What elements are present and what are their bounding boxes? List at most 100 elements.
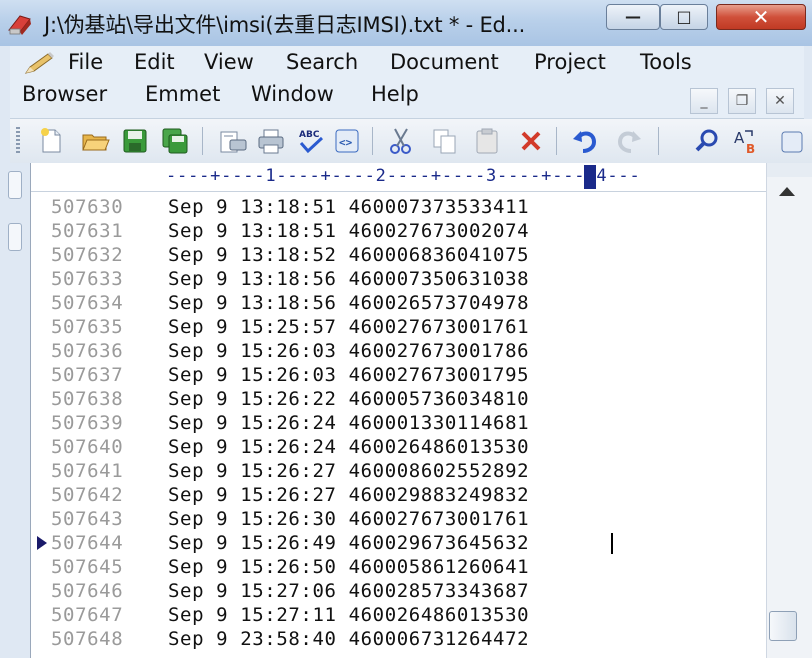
line-number: 507638: [51, 388, 124, 410]
text-line[interactable]: 507637 Sep 9 15:26:03 460027673001795: [31, 363, 767, 387]
close-icon: ✕: [752, 5, 770, 29]
menu-tools[interactable]: Tools: [640, 50, 692, 74]
doc-minimize-button[interactable]: _: [690, 88, 718, 114]
toolbar-grip[interactable]: [16, 127, 20, 155]
html-validate-icon[interactable]: <>: [332, 126, 362, 156]
menu-window[interactable]: Window: [251, 82, 334, 106]
left-margin-strip: [0, 163, 30, 658]
doc-close-button[interactable]: ✕: [766, 88, 794, 114]
editor-pane[interactable]: ----+----1----+----2----+----3----+----4…: [30, 163, 767, 658]
redo-icon[interactable]: [614, 126, 644, 156]
line-text[interactable]: Sep 9 15:26:49 460029673645632: [168, 531, 529, 555]
pencil-icon: [24, 52, 54, 74]
line-text[interactable]: Sep 9 23:58:40 460006731264472: [168, 627, 529, 651]
line-number: 507636: [51, 340, 124, 362]
text-line[interactable]: 507636 Sep 9 15:26:03 460027673001786: [31, 339, 767, 363]
text-line[interactable]: 507647 Sep 9 15:27:11 460026486013530: [31, 603, 767, 627]
text-line[interactable]: 507638 Sep 9 15:26:22 460005736034810: [31, 387, 767, 411]
line-number: 507640: [51, 436, 124, 458]
title-bar: J:\伪基站\导出文件\imsi(去重日志IMSI).txt * - Ed...…: [0, 0, 812, 46]
line-text[interactable]: Sep 9 15:26:22 460005736034810: [168, 387, 529, 411]
menu-document[interactable]: Document: [390, 50, 499, 74]
line-number: 507642: [51, 484, 124, 506]
line-text[interactable]: Sep 9 15:26:27 460029883249832: [168, 483, 529, 507]
menu-bar: File Edit View Search Document Project T…: [10, 46, 804, 119]
save-icon[interactable]: [120, 126, 150, 156]
print-preview-icon[interactable]: [218, 126, 248, 156]
undo-icon[interactable]: [570, 126, 600, 156]
text-line[interactable]: 507635 Sep 9 15:25:57 460027673001761: [31, 315, 767, 339]
line-text[interactable]: Sep 9 13:18:52 460006836041075: [168, 243, 529, 267]
print-icon[interactable]: [256, 126, 286, 156]
line-text[interactable]: Sep 9 15:25:57 460027673001761: [168, 315, 529, 339]
text-line[interactable]: 507643 Sep 9 15:26:30 460027673001761: [31, 507, 767, 531]
line-number: 507646: [51, 580, 124, 602]
line-number: 507645: [51, 556, 124, 578]
line-text[interactable]: Sep 9 13:18:56 460026573704978: [168, 291, 529, 315]
text-line[interactable]: 507642 Sep 9 15:26:27 460029883249832: [31, 483, 767, 507]
text-line[interactable]: 507633 Sep 9 13:18:56 460007350631038: [31, 267, 767, 291]
scrollbar-top-edge: [767, 163, 812, 177]
maximize-button[interactable]: □: [660, 4, 708, 30]
current-line-marker-icon: [37, 536, 47, 550]
menu-help[interactable]: Help: [371, 82, 419, 106]
line-text[interactable]: Sep 9 15:26:24 460026486013530: [168, 435, 529, 459]
menu-edit[interactable]: Edit: [134, 50, 175, 74]
text-line[interactable]: 507641 Sep 9 15:26:27 460008602552892: [31, 459, 767, 483]
text-line[interactable]: 507634 Sep 9 13:18:56 460026573704978: [31, 291, 767, 315]
delete-icon[interactable]: [516, 126, 546, 156]
doc-restore-button[interactable]: ❐: [728, 88, 756, 114]
line-text[interactable]: Sep 9 15:26:27 460008602552892: [168, 459, 529, 483]
line-text[interactable]: Sep 9 15:26:30 460027673001761: [168, 507, 529, 531]
line-text[interactable]: Sep 9 13:18:56 460007350631038: [168, 267, 529, 291]
ruler-scale: ----+----1----+----2----+----3----+----4…: [166, 166, 641, 186]
menu-search[interactable]: Search: [286, 50, 358, 74]
scrollbar-thumb[interactable]: [769, 611, 797, 641]
menu-browser[interactable]: Browser: [22, 82, 107, 106]
text-line[interactable]: 507632 Sep 9 13:18:52 460006836041075: [31, 243, 767, 267]
text-line[interactable]: 507645 Sep 9 15:26:50 460005861260641: [31, 555, 767, 579]
text-line[interactable]: 507644 Sep 9 15:26:49 460029673645632: [31, 531, 767, 555]
line-text[interactable]: Sep 9 15:27:11 460026486013530: [168, 603, 529, 627]
scroll-up-icon[interactable]: [779, 187, 795, 196]
line-text[interactable]: Sep 9 13:18:51 460027673002074: [168, 219, 529, 243]
line-text[interactable]: Sep 9 15:26:03 460027673001786: [168, 339, 529, 363]
find-icon[interactable]: [692, 126, 722, 156]
line-number: 507648: [51, 628, 124, 650]
text-line[interactable]: 507646 Sep 9 15:27:06 460028573343687: [31, 579, 767, 603]
toolbar-overflow-icon[interactable]: [778, 126, 808, 156]
line-text[interactable]: Sep 9 15:26:50 460005861260641: [168, 555, 529, 579]
close-button[interactable]: ✕: [716, 4, 806, 30]
toolbar: ABC <> AB: [10, 119, 812, 164]
minimize-button[interactable]: —: [606, 4, 660, 30]
text-line[interactable]: 507648 Sep 9 23:58:40 460006731264472: [31, 627, 767, 651]
menu-file[interactable]: File: [68, 50, 103, 74]
text-line[interactable]: 507639 Sep 9 15:26:24 460001330114681: [31, 411, 767, 435]
line-text[interactable]: Sep 9 13:18:51 460007373533411: [168, 195, 529, 219]
menu-project[interactable]: Project: [534, 50, 606, 74]
replace-icon[interactable]: AB: [732, 126, 762, 156]
text-caret: [611, 533, 613, 554]
line-number: 507631: [51, 220, 124, 242]
line-text[interactable]: Sep 9 15:26:03 460027673001795: [168, 363, 529, 387]
line-text[interactable]: Sep 9 15:27:06 460028573343687: [168, 579, 529, 603]
menu-view[interactable]: View: [204, 50, 254, 74]
ruler-gutter: [31, 163, 161, 191]
toolbar-separator: [372, 127, 373, 155]
line-number: 507643: [51, 508, 124, 530]
save-all-icon[interactable]: [160, 126, 190, 156]
text-line[interactable]: 507640 Sep 9 15:26:24 460026486013530: [31, 435, 767, 459]
copy-icon[interactable]: [430, 126, 460, 156]
spell-check-icon[interactable]: ABC: [296, 126, 326, 156]
line-text[interactable]: Sep 9 15:26:24 460001330114681: [168, 411, 529, 435]
open-folder-icon[interactable]: [80, 126, 110, 156]
left-strip-tab[interactable]: [8, 223, 22, 251]
cut-icon[interactable]: [386, 126, 416, 156]
left-strip-tab[interactable]: [8, 171, 22, 199]
vertical-scrollbar[interactable]: [766, 163, 812, 658]
menu-emmet[interactable]: Emmet: [145, 82, 220, 106]
text-line[interactable]: 507631 Sep 9 13:18:51 460027673002074: [31, 219, 767, 243]
text-line[interactable]: 507630 Sep 9 13:18:51 460007373533411: [31, 195, 767, 219]
paste-icon[interactable]: [472, 126, 502, 156]
new-file-icon[interactable]: [36, 126, 66, 156]
